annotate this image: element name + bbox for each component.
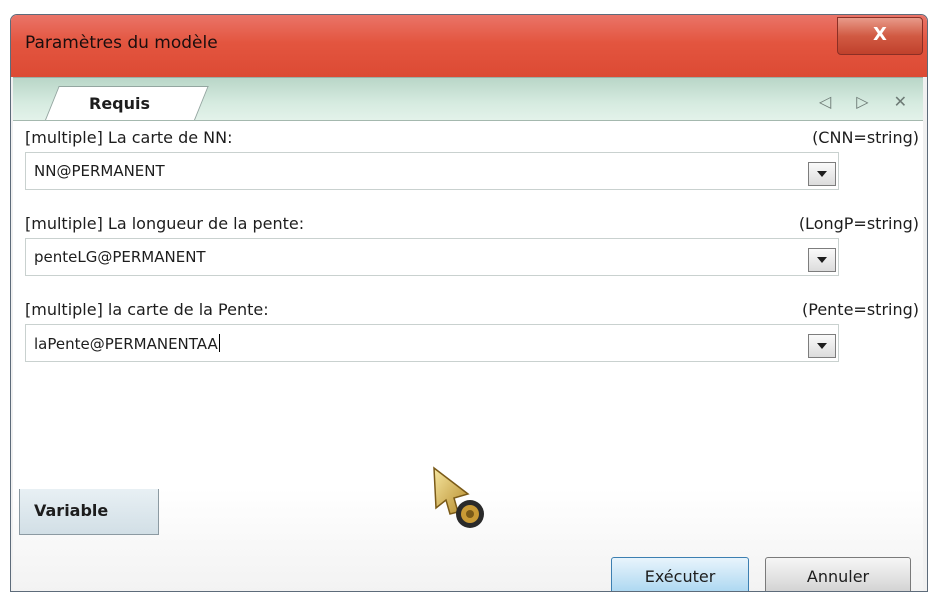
longp-dropdown-button[interactable] bbox=[808, 248, 836, 272]
longp-combobox[interactable]: penteLG@PERMANENT bbox=[25, 238, 839, 276]
close-button[interactable]: X bbox=[837, 17, 923, 55]
tab-requis-label[interactable]: Requis bbox=[89, 94, 150, 113]
window-title: Paramètres du modèle bbox=[25, 33, 218, 53]
tab-navigation-icons[interactable]: ◁ ▷ ✕ bbox=[819, 92, 917, 111]
pente-label: [multiple] la carte de la Pente: bbox=[25, 300, 269, 319]
pente-value[interactable]: laPente@PERMANENTAA bbox=[34, 334, 220, 353]
tab-variable-label[interactable]: Variable bbox=[34, 501, 108, 520]
cnn-value[interactable]: NN@PERMANENT bbox=[34, 162, 165, 180]
pente-type: (Pente=string) bbox=[802, 300, 919, 319]
busy-cursor-icon bbox=[433, 466, 484, 528]
cnn-label: [multiple] La carte de NN: bbox=[25, 128, 233, 147]
cnn-type: (CNN=string) bbox=[812, 128, 919, 147]
parameters-panel: Requis ◁ ▷ ✕ [multiple] La carte de NN: … bbox=[13, 77, 923, 490]
longp-label: [multiple] La longueur de la pente: bbox=[25, 214, 305, 233]
pente-combobox[interactable]: laPente@PERMANENTAA bbox=[25, 324, 839, 362]
cnn-dropdown-button[interactable] bbox=[808, 162, 836, 186]
title-bar: Paramètres du modèle X bbox=[11, 15, 927, 77]
longp-value[interactable]: penteLG@PERMANENT bbox=[34, 248, 206, 266]
longp-type: (LongP=string) bbox=[798, 214, 919, 233]
tab-variable[interactable]: Variable bbox=[19, 489, 159, 535]
top-tab-strip: Requis ◁ ▷ ✕ bbox=[13, 78, 923, 121]
close-icon: X bbox=[873, 24, 887, 45]
cancel-button[interactable]: Annuler bbox=[765, 557, 911, 591]
pente-dropdown-button[interactable] bbox=[808, 334, 836, 358]
cnn-combobox[interactable]: NN@PERMANENT bbox=[25, 152, 839, 190]
execute-button[interactable]: Exécuter bbox=[611, 557, 749, 591]
